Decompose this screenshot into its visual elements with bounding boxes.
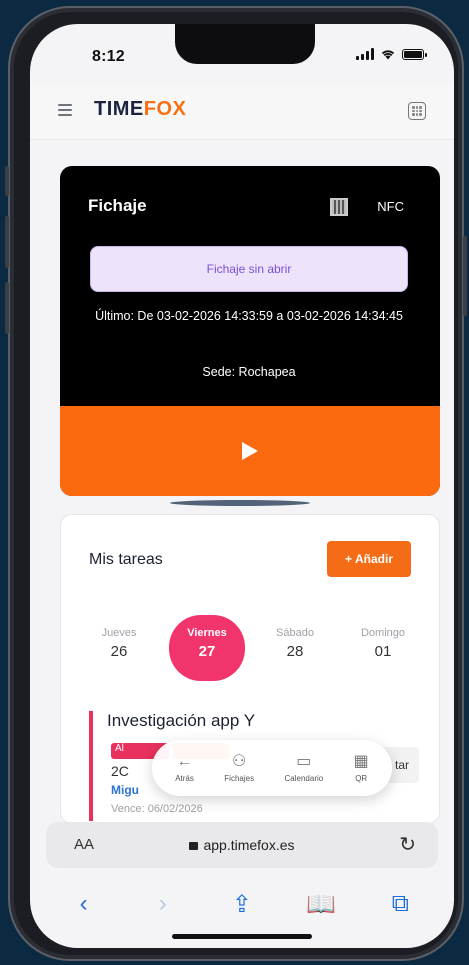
status-time: 8:12 <box>92 48 125 65</box>
status-icons <box>356 48 427 60</box>
add-task-button[interactable]: + Añadir <box>327 541 411 577</box>
forward-icon[interactable]: › <box>143 890 183 918</box>
home-indicator[interactable] <box>172 934 312 939</box>
task-due-date: Vence: 06/02/2026 <box>111 803 203 815</box>
task-name: Investigación app Y <box>107 711 256 730</box>
fichaje-title: Fichaje <box>88 196 147 215</box>
notch <box>175 24 315 64</box>
day-friday[interactable]: Viernes 27 <box>169 615 245 681</box>
day-selector: Jueves 26 Viernes 27 Sábado 28 Domingo 01 <box>81 615 421 681</box>
calendar-icon: ▭ <box>296 752 312 770</box>
start-fichaje-button[interactable] <box>60 406 440 496</box>
brand-logo: TIMEFOX <box>94 98 187 120</box>
nfc-button[interactable]: NFC <box>377 199 404 214</box>
fichaje-last-record: Último: De 03-02-2026 14:33:59 a 03-02-2… <box>95 309 403 323</box>
signal-icon <box>356 48 374 60</box>
qr-code-icon: ▦ <box>353 752 369 770</box>
floating-nav: ← Atrás ⚇ Fichajes ▭ Calendario ▦ QR <box>152 740 392 796</box>
battery-icon <box>402 48 427 60</box>
day-saturday[interactable]: Sábado 28 <box>257 615 333 679</box>
address-bar[interactable]: AA app.timefox.es ↻ <box>46 822 438 868</box>
wifi-icon <box>381 50 395 60</box>
qr-icon[interactable] <box>330 198 348 216</box>
day-thursday[interactable]: Jueves 26 <box>81 615 157 679</box>
side-button-power <box>463 236 467 316</box>
users-icon: ⚇ <box>232 752 247 770</box>
tasks-title: Mis tareas <box>89 551 163 568</box>
day-sunday[interactable]: Domingo 01 <box>345 615 421 679</box>
card-shadow <box>170 500 310 506</box>
task-assignee[interactable]: Migu <box>111 783 139 797</box>
nav-fichajes[interactable]: ⚇ Fichajes <box>224 752 254 783</box>
share-icon[interactable]: ⇪ <box>222 890 262 919</box>
fichaje-card: Fichaje NFC Fichaje sin abrir Último: De… <box>60 166 440 496</box>
nav-back[interactable]: ← Atrás <box>175 752 194 783</box>
app-header: TIMEFOX <box>30 84 454 140</box>
reload-icon[interactable]: ↻ <box>399 832 416 857</box>
fichaje-sede: Sede: Rochapea <box>202 365 296 379</box>
tabs-icon[interactable]: ⧉ <box>380 890 420 918</box>
play-icon <box>242 442 258 460</box>
nav-calendario[interactable]: ▭ Calendario <box>285 752 324 783</box>
back-icon[interactable]: ‹ <box>64 890 104 918</box>
fichaje-status: Fichaje sin abrir <box>90 246 408 292</box>
arrow-left-icon: ← <box>176 752 193 770</box>
url-text: app.timefox.es <box>46 837 438 853</box>
side-button-volume-down <box>5 282 9 334</box>
task-code: 2C <box>111 763 129 779</box>
calculator-icon[interactable] <box>408 102 426 120</box>
menu-icon[interactable] <box>58 104 72 118</box>
nav-qr[interactable]: ▦ QR <box>353 752 369 783</box>
lock-icon <box>189 842 199 850</box>
phone-frame: 8:12 TIMEFOX Fichaje NFC Fichaje sin abr… <box>5 6 467 961</box>
side-button-volume-up <box>5 216 9 268</box>
bookmarks-icon[interactable]: 📖 <box>301 890 341 919</box>
screen: 8:12 TIMEFOX Fichaje NFC Fichaje sin abr… <box>30 24 454 948</box>
side-button-silent <box>5 166 9 196</box>
browser-toolbar: ‹ › ⇪ 📖 ⧉ <box>30 880 454 928</box>
